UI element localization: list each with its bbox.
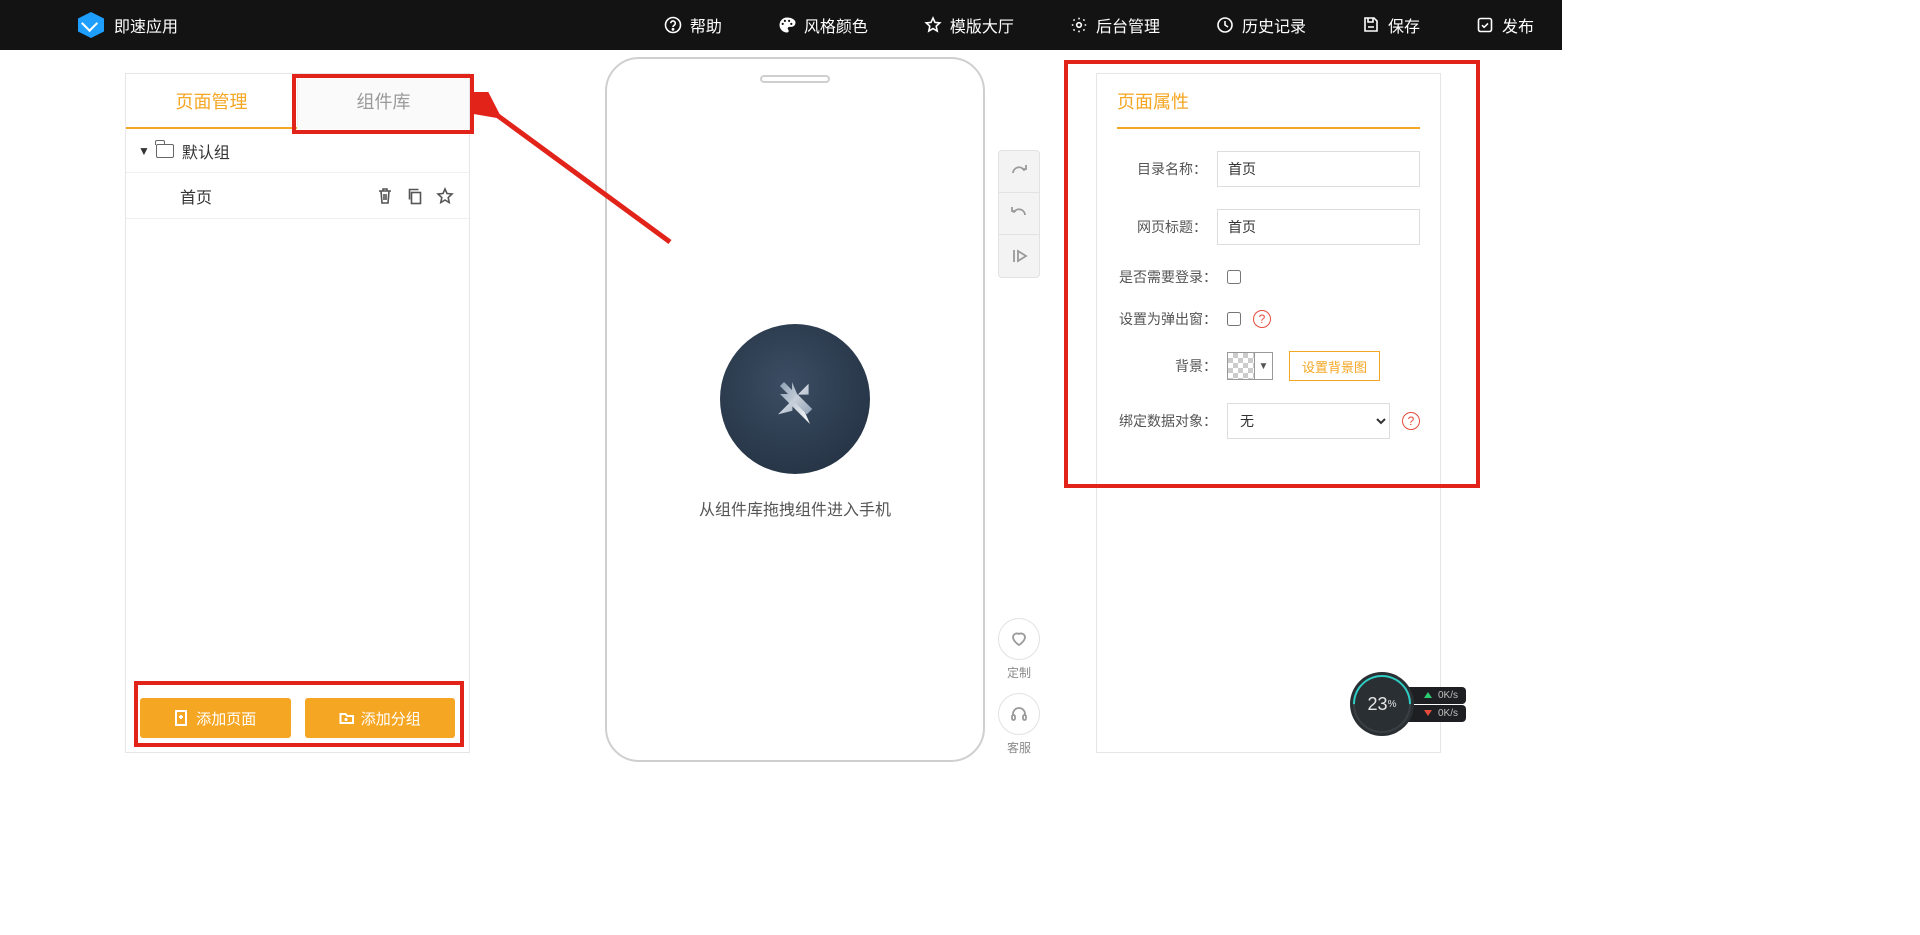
add-page-button[interactable]: 添加页面 — [140, 698, 291, 738]
drag-hint-icon — [720, 324, 870, 474]
collapse-icon: ▼ — [138, 144, 150, 158]
top-bar: 即速应用 帮助 风格颜色 模版大厅 后台管理 历史记录 保存 发布 — [0, 0, 1562, 50]
perf-download: 0K/s — [1408, 705, 1466, 722]
help-icon — [664, 16, 682, 34]
nav-help[interactable]: 帮助 — [636, 0, 750, 50]
publish-icon — [1476, 16, 1494, 34]
perf-bars: 0K/s 0K/s — [1408, 686, 1466, 723]
nav-history[interactable]: 历史记录 — [1188, 0, 1334, 50]
bg-swatch[interactable] — [1227, 352, 1255, 380]
popup-checkbox[interactable] — [1227, 312, 1241, 326]
undo-button[interactable] — [999, 193, 1039, 235]
star-icon — [924, 16, 942, 34]
group-label: 默认组 — [182, 139, 230, 163]
phone-speaker — [760, 75, 830, 83]
dir-name-input[interactable] — [1217, 151, 1420, 187]
bg-label: 背景： — [1117, 356, 1217, 376]
brand: 即速应用 — [78, 12, 178, 38]
add-group-icon — [339, 710, 355, 726]
nav-templates[interactable]: 模版大厅 — [896, 0, 1042, 50]
palette-icon — [778, 16, 796, 34]
bg-dropdown[interactable]: ▼ — [1255, 352, 1273, 380]
copy-icon[interactable] — [405, 186, 425, 206]
star-outline-icon[interactable] — [435, 186, 455, 206]
nav-style[interactable]: 风格颜色 — [750, 0, 896, 50]
row-popup: 设置为弹出窗： ? — [1117, 309, 1420, 329]
right-panel: 页面属性 目录名称： 网页标题： 是否需要登录： 设置为弹出窗： ? 背景： ▼… — [1096, 73, 1441, 753]
add-group-button[interactable]: 添加分组 — [305, 698, 456, 738]
redo-button[interactable] — [999, 151, 1039, 193]
page-label: 首页 — [180, 184, 212, 208]
brand-text: 即速应用 — [114, 13, 178, 37]
popup-label: 设置为弹出窗： — [1117, 309, 1217, 329]
save-icon — [1362, 16, 1380, 34]
row-dir-name: 目录名称： — [1117, 151, 1420, 187]
logo-icon — [78, 12, 104, 38]
perf-upload: 0K/s — [1408, 687, 1466, 704]
history-icon — [1216, 16, 1234, 34]
phone-screen[interactable]: 从组件库拖拽组件进入手机 — [607, 101, 983, 742]
row-page-title: 网页标题： — [1117, 209, 1420, 245]
nav-save[interactable]: 保存 — [1334, 0, 1448, 50]
bind-select[interactable]: 无 — [1227, 403, 1390, 439]
nav-admin[interactable]: 后台管理 — [1042, 0, 1188, 50]
service-button[interactable] — [998, 693, 1040, 735]
left-panel: 页面管理 组件库 ▼ 默认组 首页 添加页面 添加分组 — [125, 73, 470, 753]
bg-image-button[interactable]: 设置背景图 — [1289, 351, 1380, 381]
row-bind-data: 绑定数据对象： 无 ? — [1117, 403, 1420, 439]
login-label: 是否需要登录： — [1117, 267, 1217, 287]
tab-page-manage[interactable]: 页面管理 — [126, 74, 297, 129]
play-button[interactable] — [999, 235, 1039, 277]
left-tabs: 页面管理 组件库 — [126, 74, 469, 129]
custom-button[interactable] — [998, 618, 1040, 660]
page-title-label: 网页标题： — [1117, 217, 1207, 237]
dir-name-label: 目录名称： — [1117, 159, 1207, 179]
popup-help-icon[interactable]: ? — [1253, 310, 1271, 328]
folder-icon — [156, 144, 174, 158]
performance-widget[interactable]: 23% 0K/s 0K/s — [1350, 672, 1466, 736]
side-extra: 定制 客服 — [998, 618, 1040, 768]
top-nav: 帮助 风格颜色 模版大厅 后台管理 历史记录 保存 发布 — [636, 0, 1562, 50]
custom-label: 定制 — [998, 664, 1040, 681]
bind-label: 绑定数据对象： — [1117, 411, 1217, 431]
login-checkbox[interactable] — [1227, 270, 1241, 284]
page-list-area — [126, 219, 469, 684]
tab-component-lib[interactable]: 组件库 — [297, 74, 469, 129]
side-history-controls — [998, 150, 1040, 278]
phone-preview: 从组件库拖拽组件进入手机 — [605, 57, 985, 762]
right-panel-title: 页面属性 — [1117, 74, 1420, 129]
perf-circle: 23% — [1350, 672, 1414, 736]
add-page-icon — [174, 710, 190, 726]
gear-icon — [1070, 16, 1088, 34]
left-actions: 添加页面 添加分组 — [126, 684, 469, 752]
group-row[interactable]: ▼ 默认组 — [126, 129, 469, 173]
trash-icon[interactable] — [375, 186, 395, 206]
nav-publish[interactable]: 发布 — [1448, 0, 1562, 50]
row-background: 背景： ▼ 设置背景图 — [1117, 351, 1420, 381]
page-row[interactable]: 首页 — [126, 173, 469, 219]
row-require-login: 是否需要登录： — [1117, 267, 1420, 287]
bind-help-icon[interactable]: ? — [1402, 412, 1420, 430]
page-title-input[interactable] — [1217, 209, 1420, 245]
service-label: 客服 — [998, 739, 1040, 756]
drag-hint-text: 从组件库拖拽组件进入手机 — [699, 496, 891, 520]
